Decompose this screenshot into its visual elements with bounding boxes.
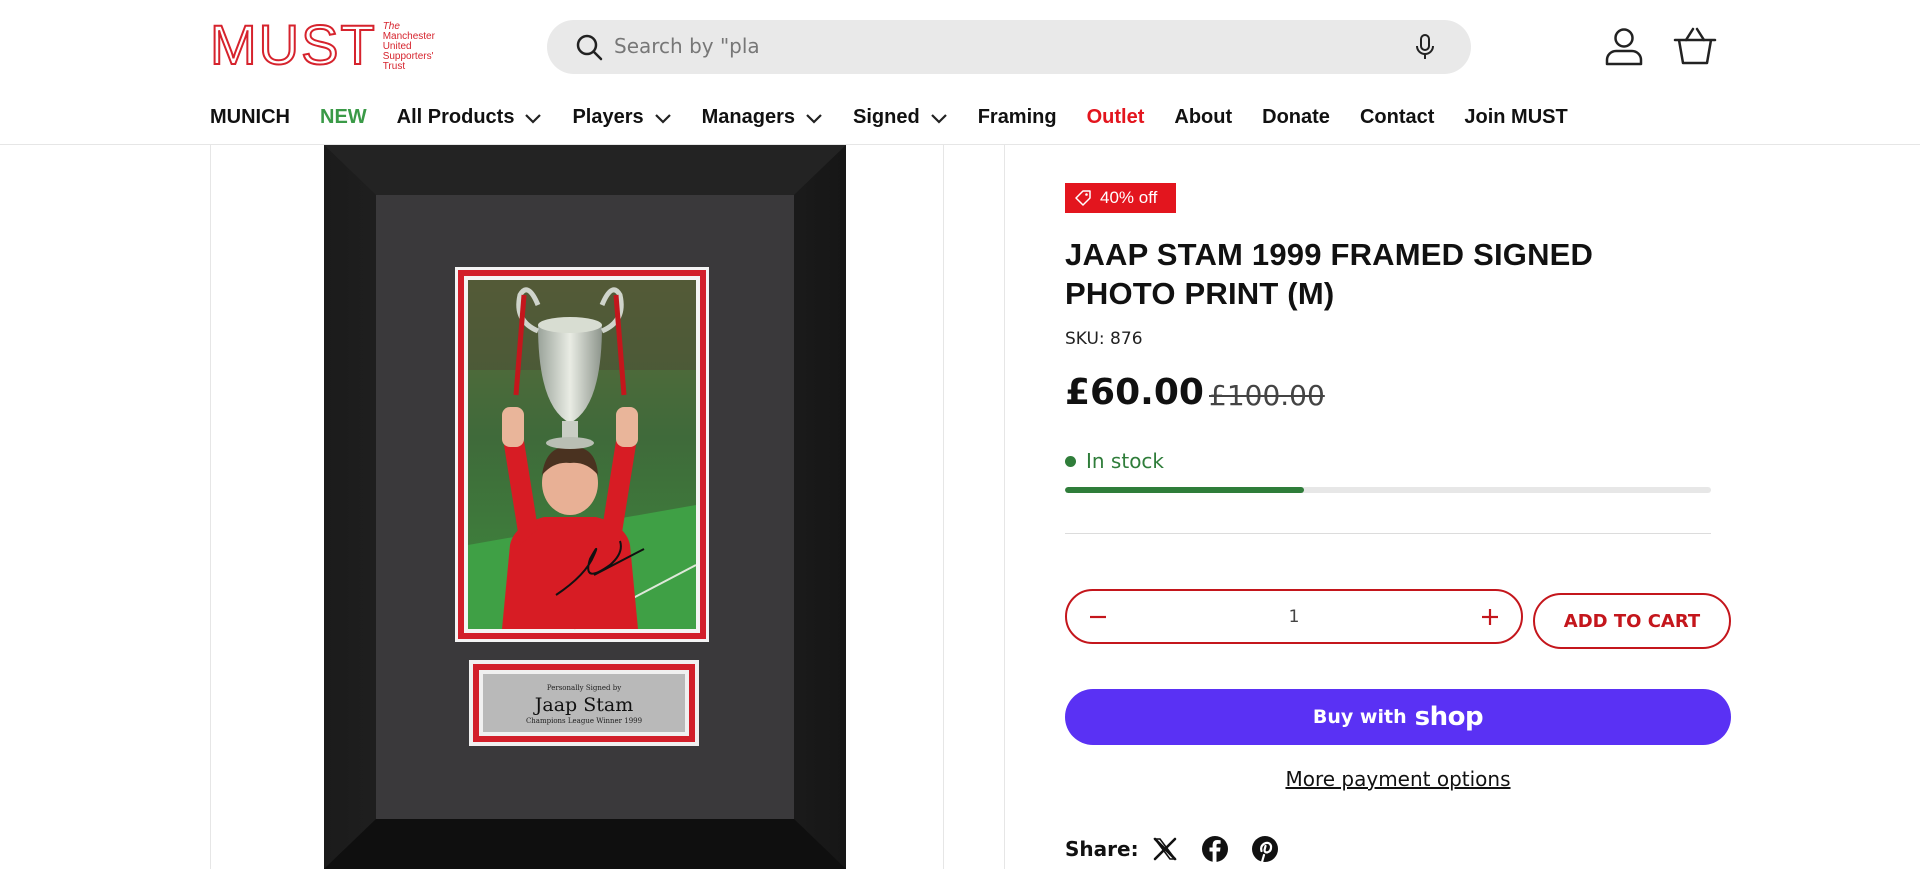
nav-item-donate[interactable]: Donate [1262,106,1330,129]
search-bar[interactable]: Search by "pla [547,20,1471,74]
nav-item-framing[interactable]: Framing [978,106,1057,129]
mic-icon[interactable] [1413,34,1437,60]
product-image[interactable]: Personally Signed by Jaap Stam Champions… [324,145,846,869]
divider [1065,533,1711,534]
nav-item-players[interactable]: Players [572,106,671,129]
quantity-stepper[interactable]: 1 [1065,589,1523,644]
logo-subtitle: The Manchester United Supporters' Trust [383,22,443,72]
nav-item-label: Managers [701,106,796,128]
search-icon[interactable] [575,33,603,61]
buy-with-label: Buy with [1312,706,1407,728]
product-sku: SKU: 876 [1065,329,1143,349]
search-input[interactable]: Search by "pla [614,34,760,58]
plaque-line-3: Champions League Winner 1999 [526,717,642,725]
nav-item-all-products[interactable]: All Products [397,106,543,129]
facebook-icon[interactable] [1201,835,1229,863]
plaque-name: Jaap Stam [533,694,633,716]
nav-item-munich[interactable]: MUNICH [210,106,290,129]
logo-letters: M U S T [209,13,377,76]
nav-item-label: Join MUST [1464,106,1568,128]
column-divider [1004,145,1005,869]
nav-item-label: Signed [853,106,920,128]
chevron-down-icon [930,113,947,124]
tag-icon [1075,190,1091,206]
nav-item-contact[interactable]: Contact [1360,106,1434,129]
chevron-down-icon [525,113,542,124]
must-logo[interactable]: M U S T The Manchester United Supporters… [209,13,443,76]
nav-item-label: All Products [396,106,515,128]
nav-item-label: Framing [977,106,1057,128]
chevron-down-icon [806,113,822,124]
plus-icon[interactable] [1479,606,1501,628]
nav-item-outlet[interactable]: Outlet [1087,106,1145,129]
logo-letter: S [300,13,339,76]
plaque-line-1: Personally Signed by [547,684,621,692]
chevron-down-icon [654,113,671,124]
logo-letter: T [339,13,375,76]
nav-item-about[interactable]: About [1174,106,1232,129]
nav-item-join-must[interactable]: Join MUST [1464,106,1567,129]
logo-subtitle-line: Trust [382,61,406,72]
main-nav: MUNICH NEW All Products Players Managers… [210,106,1598,129]
nav-item-label: About [1174,106,1233,128]
logo-letter: U [258,13,300,76]
shop-logo: shop [1414,702,1484,732]
discount-badge-label: 40% off [1100,188,1158,207]
stock-level-fill [1065,487,1305,493]
stock-dot-icon [1065,455,1076,467]
product-price: £60.00 [1065,372,1204,413]
nav-item-label: Outlet [1086,106,1145,128]
nav-item-label: NEW [320,106,367,128]
nav-item-label: Players [572,106,644,128]
more-payment-options-link[interactable]: More payment options [1065,767,1731,791]
nav-item-managers[interactable]: Managers [702,106,823,129]
stock-level-bar [1065,487,1711,493]
product-title: JAAP STAM 1999 FRAMED SIGNED PHOTO PRINT… [1065,237,1594,311]
nav-item-label: Contact [1359,106,1435,128]
share-row: Share: [1065,835,1301,863]
basket-icon[interactable] [1673,26,1717,66]
nav-item-label: MUNICH [210,106,290,128]
stock-status-label: In stock [1086,449,1165,473]
product-gallery: Personally Signed by Jaap Stam Champions… [210,145,944,869]
account-icon[interactable] [1604,26,1644,66]
nav-item-label: Donate [1262,106,1330,128]
x-icon[interactable] [1151,835,1179,863]
logo-letter: M [209,13,258,76]
minus-icon[interactable] [1087,606,1109,628]
compare-price: £100.00 [1209,379,1325,412]
quantity-value[interactable]: 1 [1264,607,1324,627]
discount-badge: 40% off [1065,183,1176,213]
add-to-cart-button[interactable]: ADD TO CART [1533,593,1731,649]
stock-status: In stock [1065,449,1164,473]
nav-item-new[interactable]: NEW [320,106,367,129]
buy-with-shop-button[interactable]: Buy with shop [1065,689,1731,745]
nav-item-signed[interactable]: Signed [853,106,948,129]
pinterest-icon[interactable] [1251,835,1279,863]
site-header: M U S T The Manchester United Supporters… [0,0,1920,145]
share-label: Share: [1065,837,1139,861]
